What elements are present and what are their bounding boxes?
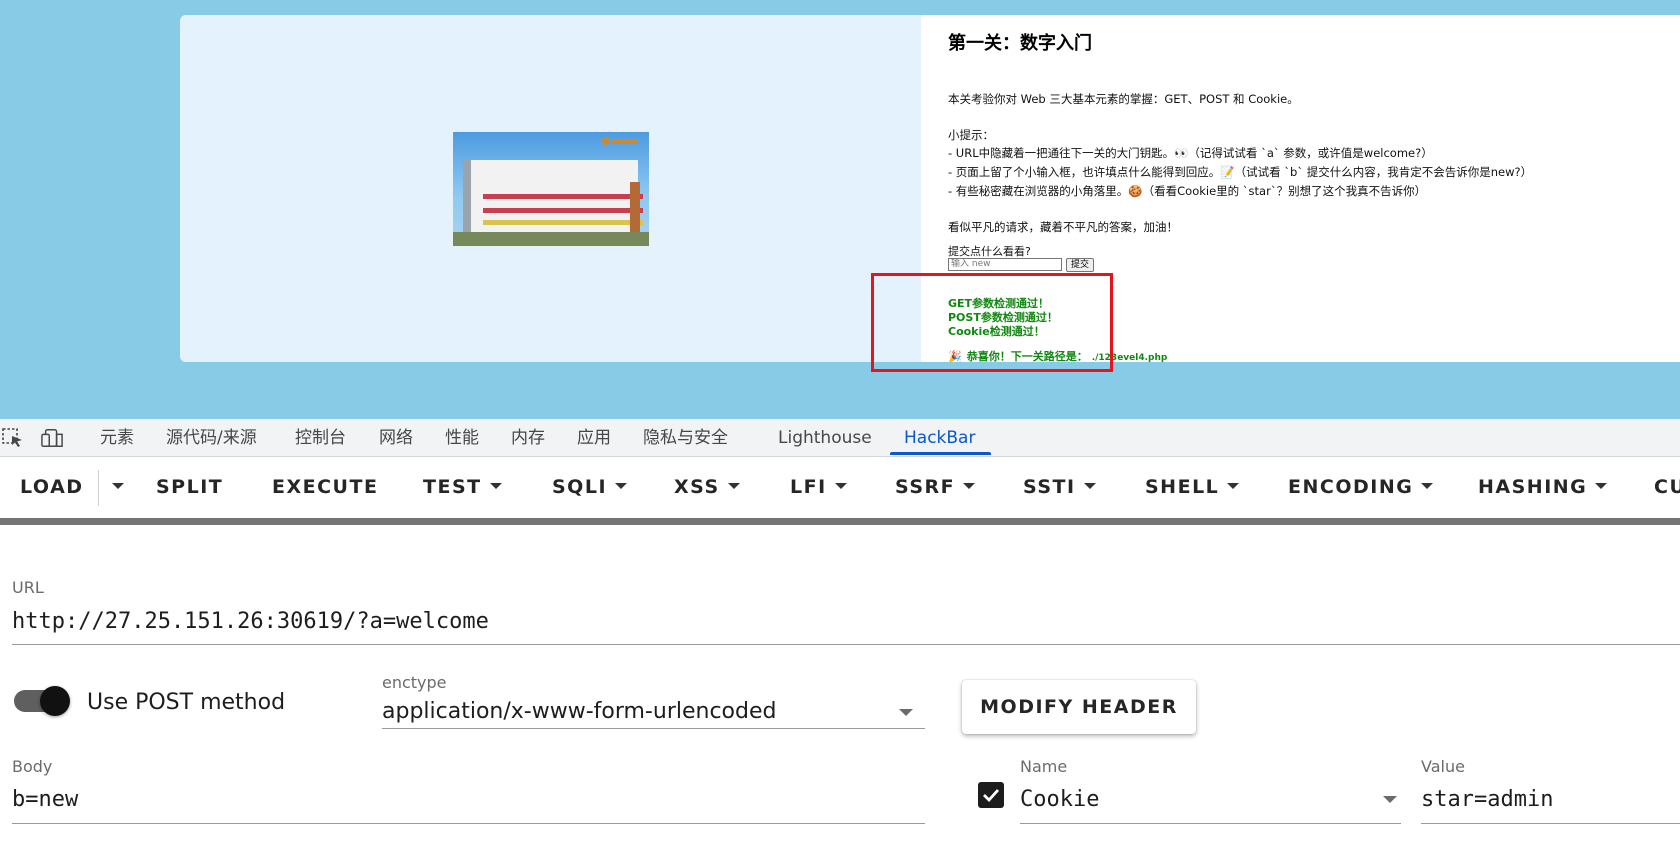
enctype-label: enctype bbox=[382, 673, 447, 692]
encoding-menu-button[interactable]: ENCODING bbox=[1288, 457, 1434, 518]
encourage-text: 看似平凡的请求，藏着不平凡的答案，加油！ bbox=[948, 220, 1178, 234]
ssrf-menu-label: SSRF bbox=[895, 476, 956, 498]
highlight-box bbox=[871, 273, 1113, 372]
test-menu-button[interactable]: TEST bbox=[423, 457, 502, 518]
chevron-down-icon[interactable] bbox=[899, 709, 913, 716]
tab-application[interactable]: 应用 bbox=[577, 419, 611, 457]
toolbar-separator bbox=[0, 518, 1680, 525]
body-label: Body bbox=[12, 757, 53, 776]
xss-menu-label: XSS bbox=[674, 476, 720, 498]
url-input[interactable]: http://27.25.151.26:30619/?a=welcome bbox=[12, 609, 489, 634]
device-toolbar-icon[interactable] bbox=[41, 428, 63, 448]
chevron-down-icon bbox=[615, 482, 628, 489]
chevron-down-icon bbox=[963, 482, 976, 489]
tab-elements[interactable]: 元素 bbox=[100, 419, 134, 457]
devtools-tab-bar: 元素 源代码/来源 控制台 网络 性能 内存 应用 隐私与安全 Lighthou… bbox=[0, 419, 1680, 457]
toolbar-divider bbox=[98, 470, 99, 506]
test-menu-label: TEST bbox=[423, 476, 482, 498]
tab-lighthouse[interactable]: Lighthouse bbox=[778, 419, 872, 457]
chevron-down-icon bbox=[112, 482, 124, 489]
page-viewport: 第一关：数字入门 本关考验你对 Web 三大基本元素的掌握：GET、POST 和… bbox=[0, 0, 1680, 436]
image-panel bbox=[180, 15, 921, 362]
chevron-down-icon[interactable] bbox=[1383, 796, 1397, 803]
ssti-menu-label: SSTI bbox=[1023, 476, 1076, 498]
submit-button[interactable]: 提交 bbox=[1066, 258, 1094, 272]
logo-mark-icon bbox=[602, 137, 638, 145]
building-stripe bbox=[483, 220, 643, 225]
active-tab-indicator bbox=[890, 452, 991, 455]
tab-console[interactable]: 控制台 bbox=[295, 419, 346, 457]
header-value-input[interactable]: star=admin bbox=[1421, 787, 1553, 812]
shell-menu-button[interactable]: SHELL bbox=[1145, 457, 1240, 518]
load-dropdown-button[interactable] bbox=[104, 457, 134, 518]
ssti-menu-button[interactable]: SSTI bbox=[1023, 457, 1096, 518]
sqli-menu-label: SQLI bbox=[552, 476, 608, 498]
tab-network[interactable]: 网络 bbox=[379, 419, 413, 457]
header-enabled-checkbox[interactable] bbox=[978, 782, 1004, 808]
header-value-label: Value bbox=[1421, 757, 1465, 776]
ssrf-menu-button[interactable]: SSRF bbox=[895, 457, 976, 518]
ground-shape bbox=[453, 232, 649, 246]
execute-button[interactable]: EXECUTE bbox=[272, 457, 378, 518]
chevron-down-icon bbox=[834, 482, 847, 489]
enctype-select[interactable]: application/x-www-form-urlencoded bbox=[382, 699, 776, 724]
chevron-down-icon bbox=[489, 482, 502, 489]
intro-text: 本关考验你对 Web 三大基本元素的掌握：GET、POST 和 Cookie。 bbox=[948, 92, 1299, 106]
xss-menu-button[interactable]: XSS bbox=[674, 457, 740, 518]
school-building-image bbox=[453, 132, 649, 246]
chevron-down-icon bbox=[1227, 482, 1240, 489]
header-value-underline bbox=[1421, 823, 1680, 824]
sqli-menu-button[interactable]: SQLI bbox=[552, 457, 628, 518]
new-input[interactable]: 输入 new bbox=[948, 258, 1062, 271]
tab-performance[interactable]: 性能 bbox=[445, 419, 479, 457]
load-button[interactable]: LOAD bbox=[20, 457, 84, 518]
shell-menu-label: SHELL bbox=[1145, 476, 1220, 498]
submit-label: 提交点什么看看? bbox=[948, 245, 1031, 258]
tips-heading: 小提示： bbox=[948, 128, 994, 142]
header-name-select[interactable]: Cookie bbox=[1020, 787, 1099, 812]
chevron-down-icon bbox=[727, 482, 740, 489]
modify-header-button[interactable]: MODIFY HEADER bbox=[962, 680, 1196, 734]
body-underline bbox=[12, 823, 925, 824]
page-title: 第一关：数字入门 bbox=[948, 33, 1092, 54]
tip-line: - URL中隐藏着一把通往下一关的大门钥匙。👀（记得试试看 `a` 参数，或许值… bbox=[948, 146, 1433, 160]
tip-line: - 有些秘密藏在浏览器的小角落里。🍪（看看Cookie里的 `star`？别想了… bbox=[948, 184, 1427, 198]
url-underline bbox=[12, 644, 1680, 645]
hashing-menu-button[interactable]: HASHING bbox=[1478, 457, 1608, 518]
post-method-toggle-knob[interactable] bbox=[40, 686, 70, 716]
encoding-menu-label: ENCODING bbox=[1288, 476, 1414, 498]
chevron-down-icon bbox=[1421, 482, 1434, 489]
inspect-element-icon[interactable] bbox=[2, 428, 24, 448]
tip-line: - 页面上留了个小输入框，也许填点什么能得到回应。📝（试试看 `b` 提交什么内… bbox=[948, 165, 1533, 179]
lfi-menu-label: LFI bbox=[790, 476, 827, 498]
custom-menu-button[interactable]: CU bbox=[1654, 457, 1680, 518]
tab-sources[interactable]: 源代码/来源 bbox=[166, 419, 257, 457]
url-label: URL bbox=[12, 578, 44, 597]
hackbar-toolbar: LOAD SPLIT EXECUTE TEST SQLI XSS LFI SSR… bbox=[0, 457, 1680, 518]
header-name-underline bbox=[1020, 823, 1401, 824]
chevron-down-icon bbox=[1595, 482, 1608, 489]
building-stripe bbox=[483, 208, 643, 213]
hashing-menu-label: HASHING bbox=[1478, 476, 1588, 498]
post-method-label: Use POST method bbox=[87, 690, 286, 715]
enctype-underline bbox=[382, 728, 925, 729]
tower-shape bbox=[630, 182, 640, 232]
header-name-label: Name bbox=[1020, 757, 1068, 776]
tab-memory[interactable]: 内存 bbox=[511, 419, 545, 457]
building-stripe bbox=[483, 194, 643, 199]
tab-privacy-security[interactable]: 隐私与安全 bbox=[643, 419, 728, 457]
body-input[interactable]: b=new bbox=[12, 787, 78, 812]
split-button[interactable]: SPLIT bbox=[156, 457, 223, 518]
checkmark-icon bbox=[983, 789, 1000, 803]
chevron-down-icon bbox=[1083, 482, 1096, 489]
lfi-menu-button[interactable]: LFI bbox=[790, 457, 847, 518]
